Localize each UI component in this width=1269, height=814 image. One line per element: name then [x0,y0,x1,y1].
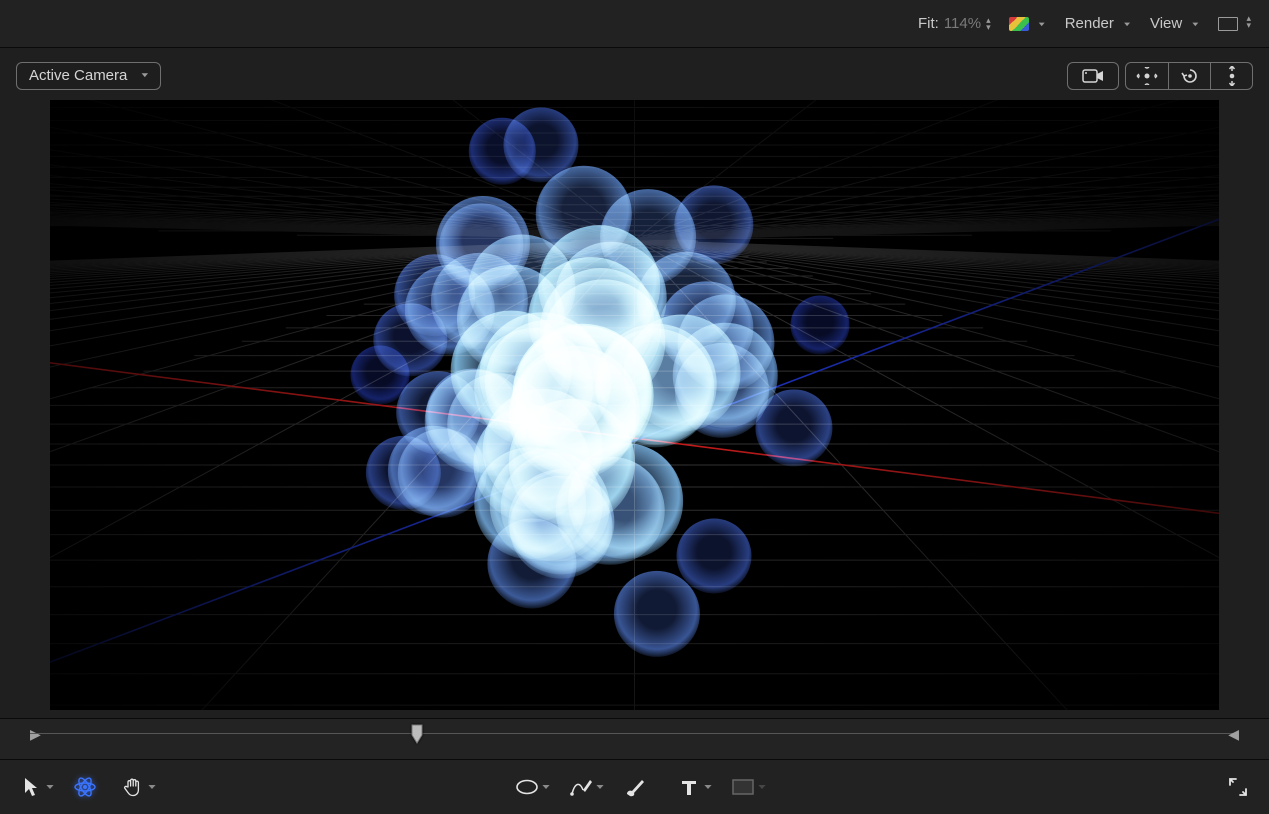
stepper-icon: ▴▾ [1246,15,1251,29]
pen-path-icon [570,776,592,798]
in-point-icon[interactable]: ▶ [30,726,41,743]
text-t-icon [680,778,698,796]
atom-icon [73,775,97,799]
color-channels-dropdown[interactable]: ▼ [1009,15,1047,32]
view-dropdown[interactable]: View ▼ [1150,15,1200,32]
mask-rect-icon [732,779,754,795]
zoom-fit-control[interactable]: Fit: 114% ▴▾ [918,15,991,32]
view-label: View [1150,15,1182,32]
shape-tool[interactable] [510,771,544,803]
fit-label: Fit: [918,15,939,32]
playhead[interactable] [410,723,424,747]
stepper-icon: ▴▾ [986,17,991,31]
view-layouts-dropdown[interactable]: ▴▾ [1218,15,1251,32]
orbit-icon [1136,67,1158,85]
arrow-cursor-icon [23,777,39,797]
timeline-track [30,733,1239,734]
expand-icon [1228,777,1248,797]
mini-timeline[interactable]: ▶ ◀ [0,718,1269,760]
brush-icon [624,777,646,797]
camera-selector-label: Active Camera [29,67,127,84]
camera-icon [1080,68,1106,84]
orbit-camera-button[interactable] [1126,63,1168,89]
chevron-down-icon: ▼ [1190,21,1200,28]
render-dropdown[interactable]: Render ▼ [1065,15,1132,32]
hand-icon [123,777,143,797]
pan-tool[interactable] [116,771,150,803]
reset-camera-button[interactable] [1067,62,1119,90]
render-label: Render [1065,15,1114,32]
safe-zones-icon [1218,17,1238,31]
chevron-down-icon: ▼ [139,71,150,78]
color-channels-icon [1009,17,1029,31]
pen-tool[interactable] [564,771,598,803]
fit-value: 114% [944,15,981,32]
dolly-icon [1224,66,1240,86]
mask-tool[interactable] [726,771,760,803]
roll-icon [1180,67,1200,85]
select-tool[interactable] [14,771,48,803]
transform-3d-tool[interactable] [68,771,102,803]
camera-selector-dropdown[interactable]: Active Camera ▼ [16,62,161,90]
fullscreen-button[interactable] [1221,771,1255,803]
viewer-canvas[interactable] [50,100,1219,710]
text-tool[interactable] [672,771,706,803]
pan-camera-button[interactable] [1168,63,1210,89]
particle-spheres [50,100,1219,710]
out-point-icon[interactable]: ◀ [1228,726,1239,743]
dolly-camera-button[interactable] [1210,63,1252,89]
ellipse-icon [515,779,539,795]
chevron-down-icon: ▼ [1122,21,1132,28]
paint-stroke-tool[interactable] [618,771,652,803]
chevron-down-icon: ▼ [1037,21,1047,28]
camera-nav-segment [1125,62,1253,90]
